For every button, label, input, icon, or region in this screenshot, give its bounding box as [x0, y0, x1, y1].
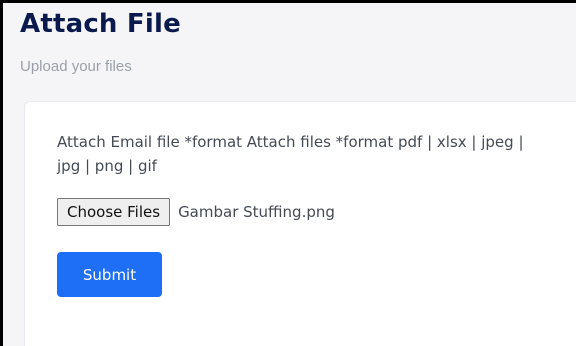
page-subtitle: Upload your files	[20, 58, 132, 75]
upload-card: Attach Email file *format Attach files *…	[24, 101, 576, 346]
submit-button[interactable]: Submit	[57, 252, 162, 297]
page-title: Attach File	[20, 9, 181, 39]
selected-file-name: Gambar Stuffing.png	[178, 203, 335, 221]
file-input[interactable]: Choose Files Gambar Stuffing.png	[57, 198, 335, 226]
choose-files-button[interactable]: Choose Files	[57, 198, 171, 226]
attach-file-page: Attach File Upload your files Attach Ema…	[0, 0, 576, 346]
attach-format-label: Attach Email file *format Attach files *…	[57, 133, 524, 175]
